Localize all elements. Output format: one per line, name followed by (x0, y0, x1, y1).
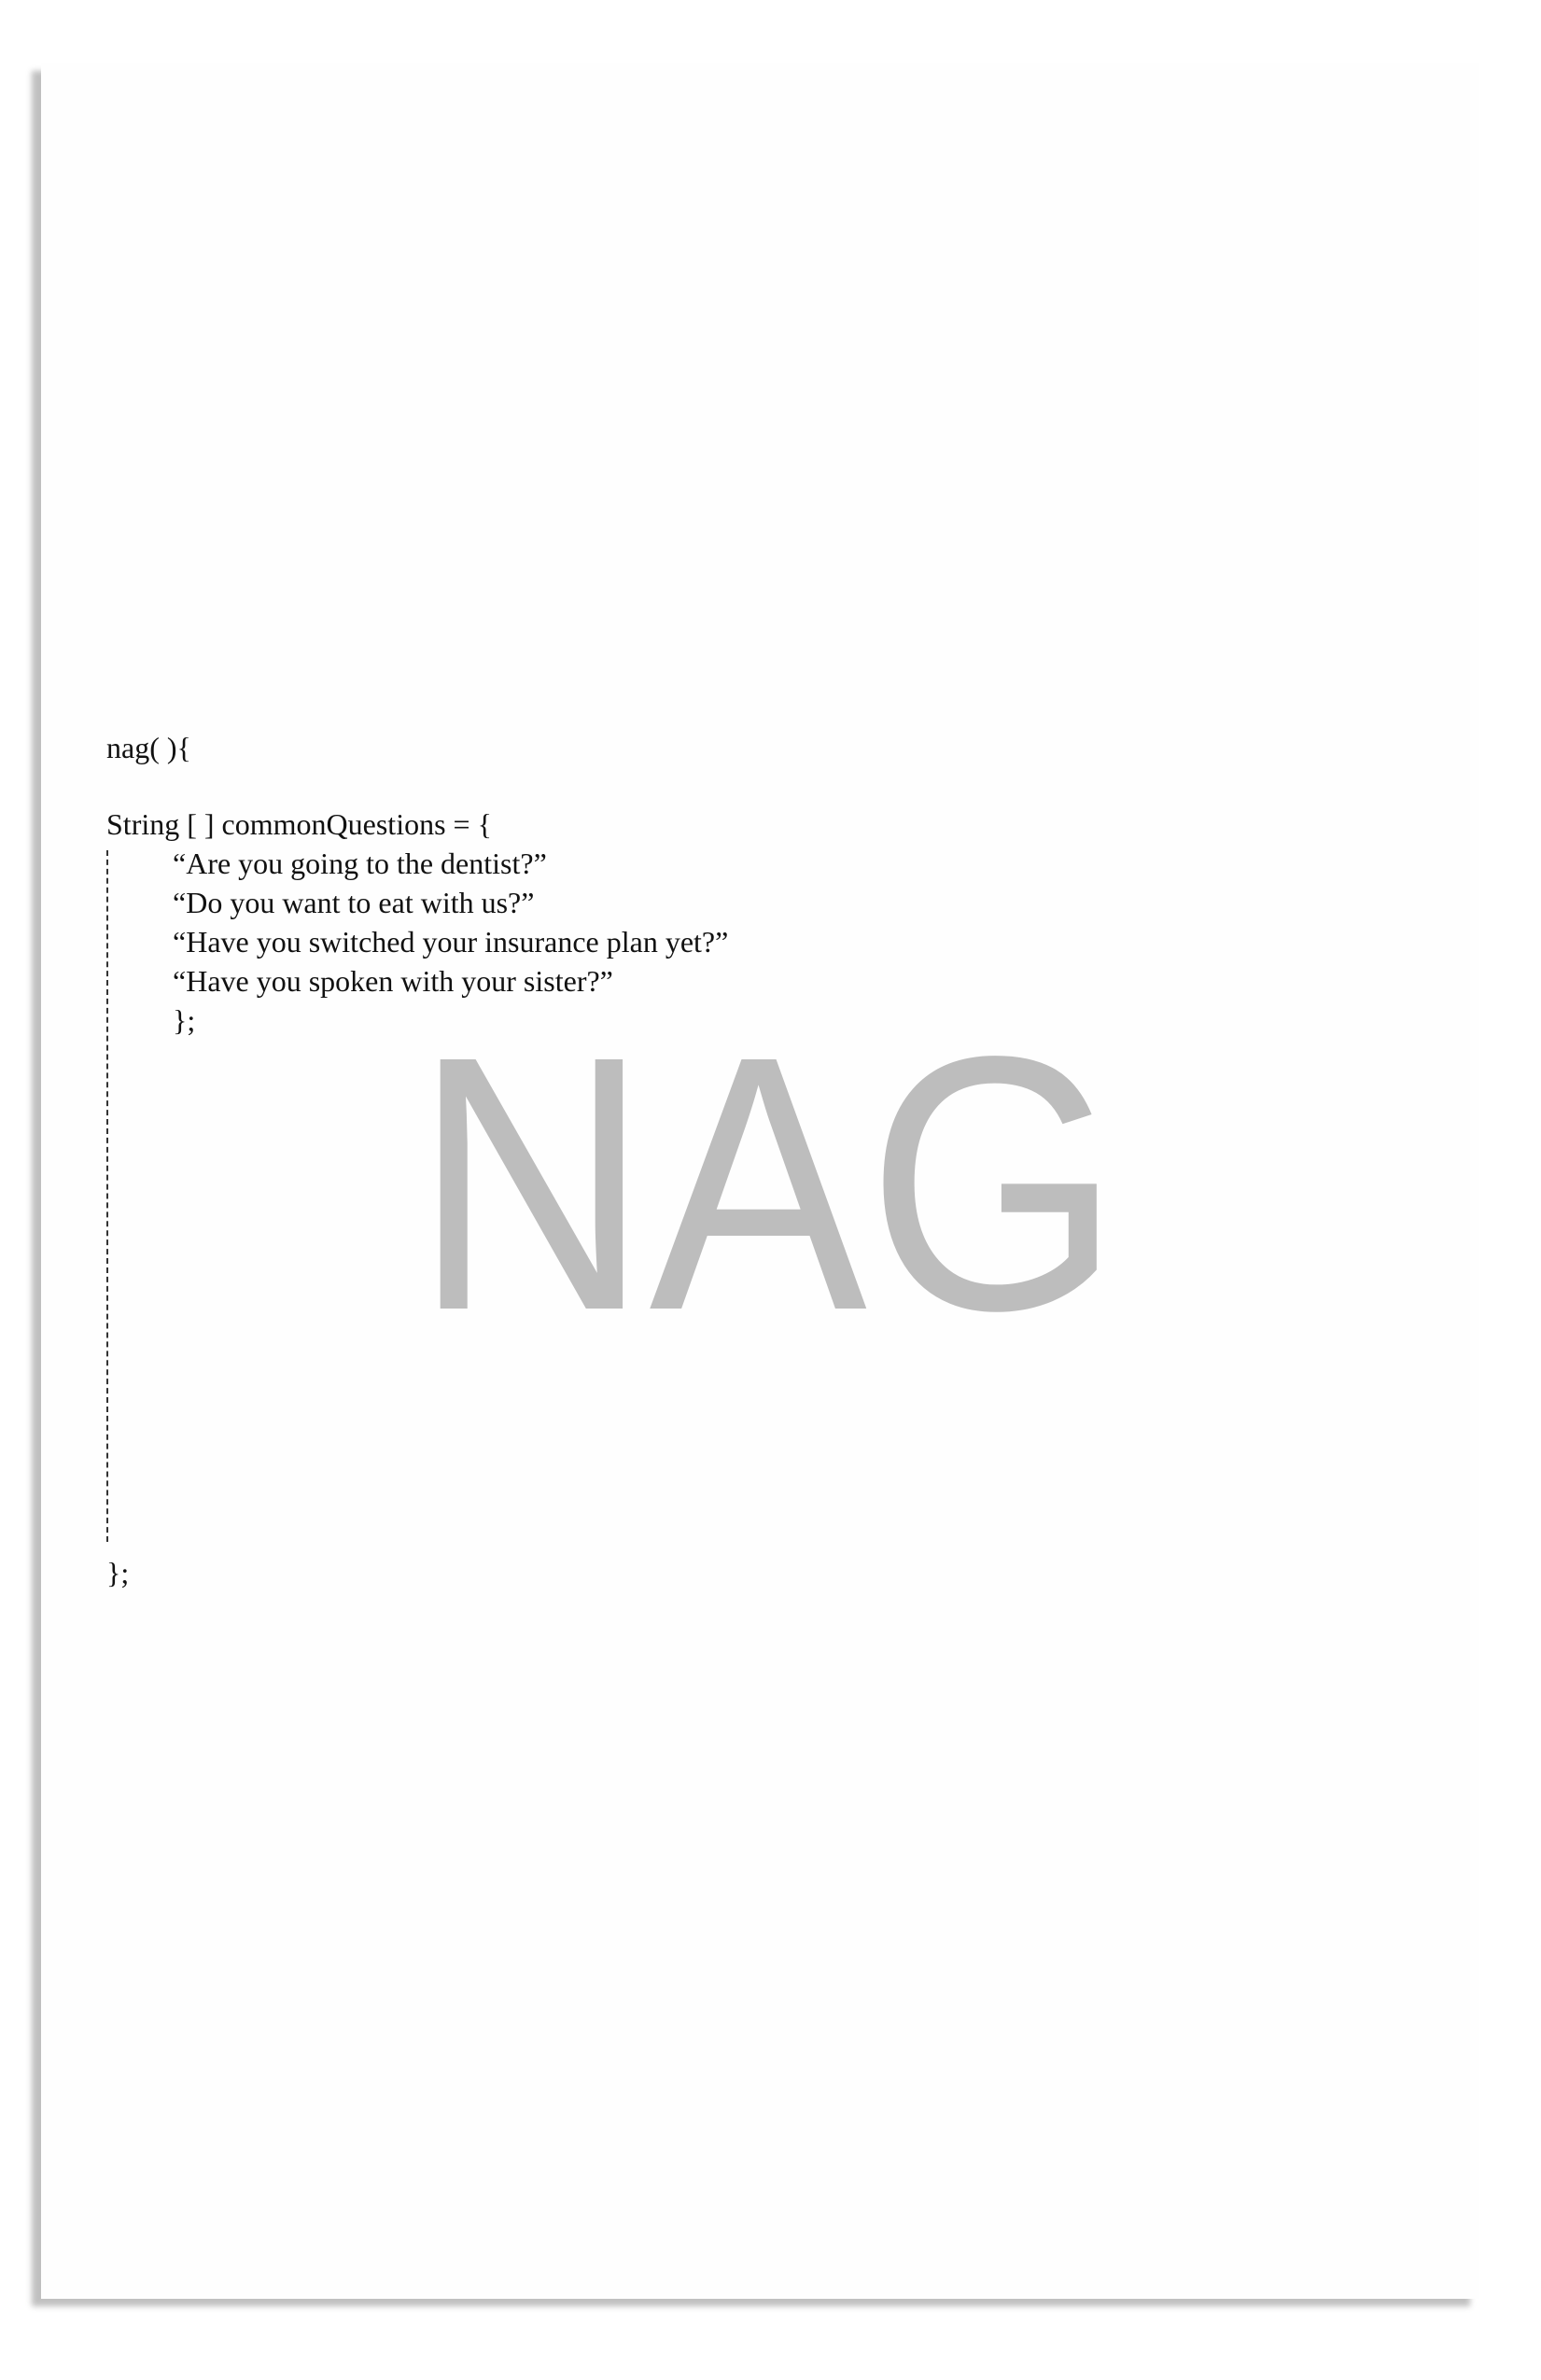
nag-title-graphic: NAG (413, 982, 1121, 1386)
nag-title: NAG (413, 982, 1121, 1386)
